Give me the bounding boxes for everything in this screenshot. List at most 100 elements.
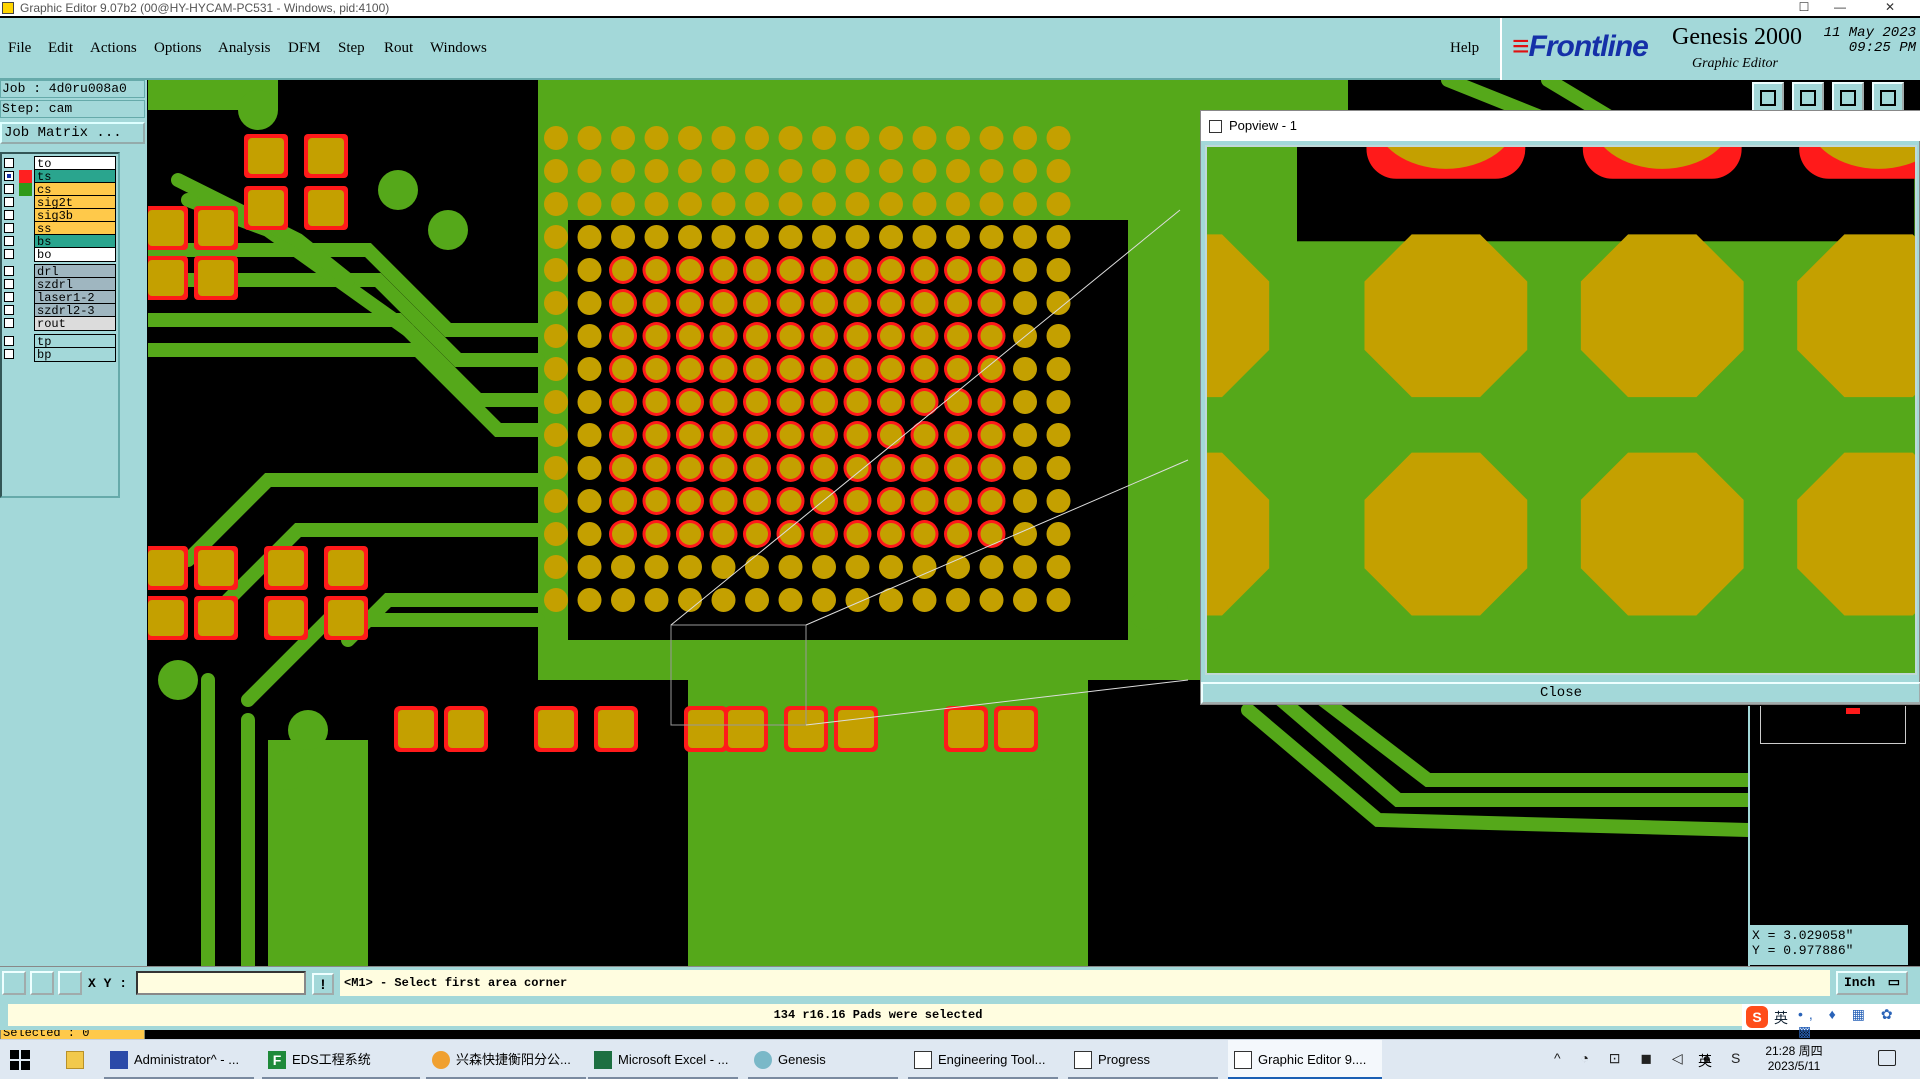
bga-pad	[645, 523, 668, 545]
notification-icon[interactable]	[1878, 1050, 1896, 1066]
layer-checkbox[interactable]	[4, 184, 14, 194]
via	[268, 750, 308, 790]
layer-row-bp[interactable]: bp	[2, 347, 118, 362]
layer-checkbox[interactable]	[4, 279, 14, 289]
task-eds[interactable]: F EDS工程系统	[262, 1040, 420, 1079]
clock-display: 11 May 2023 09:25 PM	[1812, 26, 1916, 56]
bga-pad	[913, 292, 936, 314]
layer-name[interactable]: rout	[34, 316, 116, 331]
smd-pad	[948, 710, 984, 748]
bga-pad	[946, 555, 970, 579]
bga-pad	[745, 126, 769, 150]
bga-pad	[679, 457, 701, 479]
job-matrix-button[interactable]: Job Matrix ...	[0, 122, 145, 144]
bga-pad	[813, 292, 835, 314]
menu-rout[interactable]: Rout	[384, 40, 413, 57]
layer-checkbox[interactable]	[4, 223, 14, 233]
tray-ime[interactable]: 英	[1698, 1051, 1712, 1071]
close-window-button[interactable]: ✕	[1870, 0, 1910, 16]
menu-file[interactable]: File	[8, 40, 31, 57]
windows-start-icon[interactable]	[10, 1050, 30, 1070]
popview-window: Popview - 1 Close	[1200, 110, 1920, 705]
layer-row-bo[interactable]: bo	[2, 247, 118, 262]
task-genesis[interactable]: Genesis	[748, 1040, 898, 1079]
bga-pad	[711, 225, 736, 249]
maximize-button[interactable]: ☐	[1784, 0, 1824, 16]
bga-pad	[845, 225, 870, 249]
smd-pad	[688, 710, 724, 748]
menu-help[interactable]: Help	[1450, 40, 1479, 57]
bga-pad	[644, 159, 669, 183]
bga-pad	[778, 159, 803, 183]
layer-checkbox[interactable]	[4, 249, 14, 259]
xy-label: X Y :	[88, 976, 128, 991]
progress-icon	[1074, 1051, 1092, 1069]
layer-row-rout[interactable]: rout	[2, 316, 118, 331]
layer-checkbox[interactable]	[4, 171, 14, 181]
task-graphic-editor[interactable]: Graphic Editor 9....	[1228, 1040, 1382, 1079]
taskbar-clock[interactable]: 21:28 周四 2023/5/11	[1756, 1044, 1832, 1074]
popview-close-button[interactable]: Close	[1201, 682, 1920, 704]
task-progress[interactable]: Progress	[1068, 1040, 1218, 1079]
layer-checkbox[interactable]	[4, 197, 14, 207]
bga-pad	[812, 159, 836, 183]
bga-pad	[645, 292, 668, 314]
bga-pad	[778, 192, 803, 216]
layer-name[interactable]: bp	[34, 347, 116, 362]
bga-pad-zoom	[1797, 234, 1915, 398]
product-name: Genesis 2000	[1672, 24, 1802, 50]
bga-pad	[745, 555, 769, 579]
layer-checkbox[interactable]	[4, 305, 14, 315]
menu-step[interactable]: Step	[338, 40, 365, 57]
grid-toggle-icon[interactable]	[58, 971, 82, 995]
layer-checkbox[interactable]	[4, 236, 14, 246]
layer-name[interactable]: bo	[34, 247, 116, 262]
bga-pad	[946, 159, 970, 183]
menu-dfm[interactable]: DFM	[288, 40, 321, 57]
minimize-button[interactable]: —	[1820, 0, 1860, 16]
task-engineering[interactable]: Engineering Tool...	[908, 1040, 1058, 1079]
bga-pad	[577, 126, 602, 150]
bga-pad	[880, 292, 902, 314]
popview-canvas[interactable]	[1205, 145, 1917, 675]
layer-checkbox[interactable]	[4, 158, 14, 168]
layer-checkbox[interactable]	[4, 210, 14, 220]
task-browser[interactable]: 兴森快捷衡阳分公...	[426, 1040, 586, 1079]
layer-checkbox[interactable]	[4, 292, 14, 302]
tray-icons[interactable]: ^ ◔ ⊡ ◼ ◁ ● S	[1554, 1050, 1748, 1067]
menu-edit[interactable]: Edit	[48, 40, 73, 57]
menu-analysis[interactable]: Analysis	[218, 40, 271, 57]
bga-pad	[712, 325, 735, 347]
coord-y: Y = 0.977886"	[1752, 943, 1854, 958]
unit-selector[interactable]: Inch ▭	[1836, 971, 1908, 995]
snap-icon[interactable]	[2, 971, 26, 995]
bga-pad	[577, 192, 602, 216]
bga-pad	[979, 126, 1004, 150]
bga-pad	[678, 555, 702, 579]
menu-windows[interactable]: Windows	[430, 40, 487, 57]
xy-input[interactable]	[136, 971, 306, 995]
via	[238, 90, 278, 130]
smd-pad	[308, 138, 344, 174]
taskbar-time: 21:28 周四	[1765, 1044, 1823, 1058]
ime-language[interactable]: 英	[1774, 1008, 1788, 1028]
measure-icon[interactable]	[30, 971, 54, 995]
bga-pad	[577, 159, 602, 183]
ime-tools-icon[interactable]: •, ♦ ▦ ✿ ▩	[1798, 1006, 1920, 1040]
layer-checkbox[interactable]	[4, 349, 14, 359]
bga-pad-zoom	[1364, 234, 1528, 398]
task-excel[interactable]: Microsoft Excel - ...	[588, 1040, 738, 1079]
bga-pad	[912, 588, 937, 612]
menu-options[interactable]: Options	[154, 40, 202, 57]
bga-pad	[612, 424, 634, 446]
status-message: 134 r16.16 Pads were selected	[8, 1004, 1748, 1026]
layer-checkbox[interactable]	[4, 266, 14, 276]
sogou-icon[interactable]: S	[1746, 1006, 1768, 1028]
task-administrator[interactable]: Administrator^ - ...	[104, 1040, 254, 1079]
info-button[interactable]: !	[312, 973, 334, 995]
smd-pad	[198, 600, 234, 636]
file-explorer-icon[interactable]	[60, 1040, 100, 1079]
layer-checkbox[interactable]	[4, 336, 14, 346]
menu-actions[interactable]: Actions	[90, 40, 137, 57]
layer-checkbox[interactable]	[4, 318, 14, 328]
